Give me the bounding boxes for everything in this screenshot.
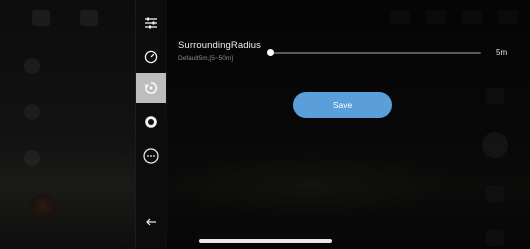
back-button[interactable] [136, 207, 166, 237]
save-button[interactable]: Save [293, 92, 392, 118]
landing-icon [24, 104, 40, 120]
home-icon [32, 10, 50, 26]
settings-panel: SurroundingRadius Default5m,[5~50m] 5m S… [166, 0, 530, 249]
orbit-icon [144, 81, 158, 95]
sliders-icon [144, 17, 158, 29]
menu-item-orbit[interactable] [136, 73, 166, 103]
back-arrow-icon [145, 217, 157, 227]
menu-rail [135, 0, 167, 249]
more-icon [143, 148, 159, 164]
radius-slider-handle[interactable] [267, 49, 274, 56]
screen: SurroundingRadius Default5m,[5~50m] 5m S… [0, 0, 530, 249]
menu-item-camera[interactable] [136, 107, 166, 137]
setting-subtitle: Default5m,[5~50m] [178, 55, 234, 62]
map-icon [80, 10, 98, 26]
radius-slider-track[interactable] [270, 52, 481, 54]
home-indicator [199, 239, 332, 243]
background-toolbar [32, 10, 98, 26]
minimap [30, 194, 56, 220]
speedometer-icon [144, 50, 158, 64]
radius-value: 5m [496, 48, 508, 57]
menu-item-speed[interactable] [136, 42, 166, 72]
return-home-icon [24, 150, 40, 166]
lens-ring-icon [144, 115, 158, 129]
menu-item-settings[interactable] [136, 8, 166, 38]
menu-item-more[interactable] [136, 141, 166, 171]
setting-title: SurroundingRadius [178, 40, 262, 51]
takeoff-icon [24, 58, 40, 74]
background-left-controls [24, 58, 40, 166]
